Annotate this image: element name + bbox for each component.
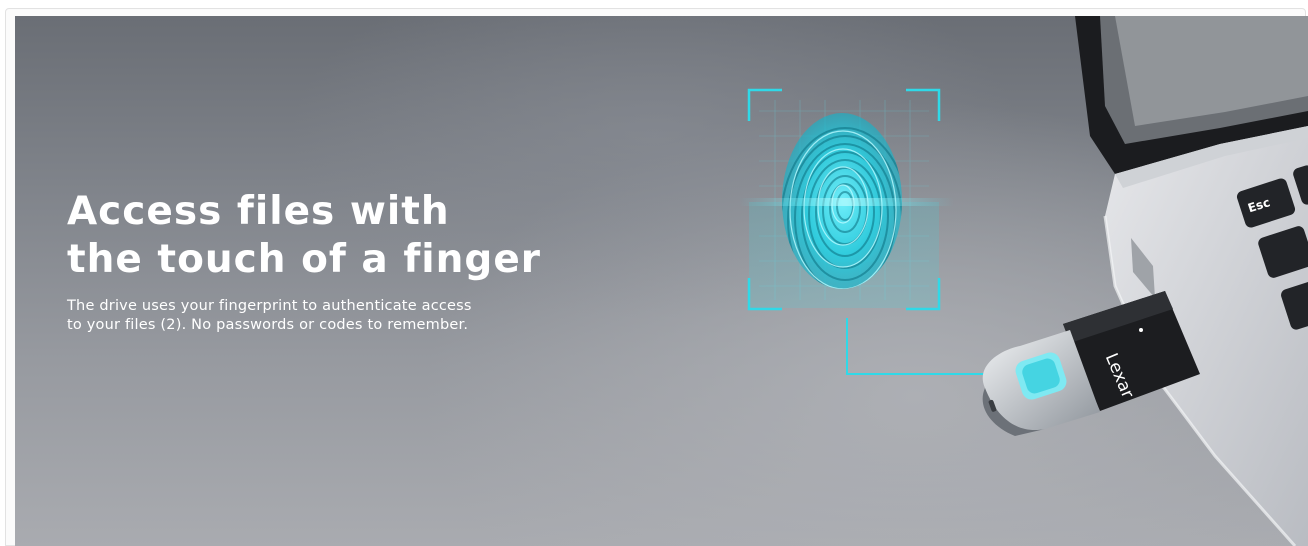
promo-banner: Access files with the touch of a finger … bbox=[15, 16, 1308, 546]
product-illustration: Esc Lexar bbox=[739, 16, 1308, 546]
drive-led bbox=[1139, 328, 1143, 332]
usb-drive: Lexar bbox=[982, 291, 1200, 436]
scan-line bbox=[739, 198, 954, 206]
